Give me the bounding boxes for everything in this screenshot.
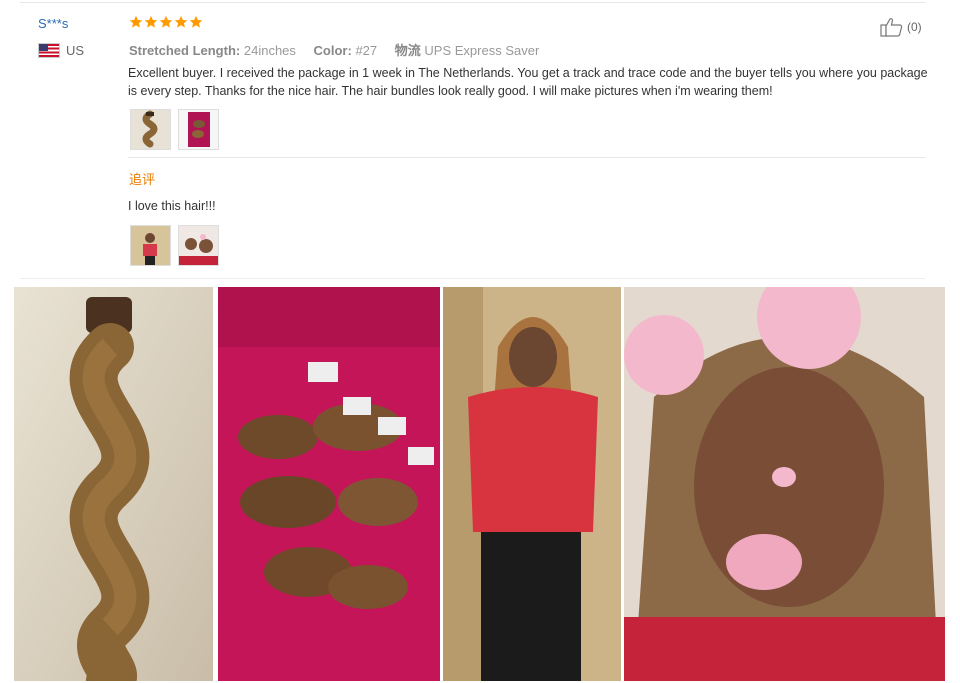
length-label: Stretched Length: [129,43,241,58]
star-icon [189,15,203,28]
review-attributes: Stretched Length: 24inches Color: #27 物流… [129,40,553,59]
review-text: Excellent buyer. I received the package … [128,66,928,98]
reviewer-name[interactable]: S***s [38,16,68,31]
us-flag-icon [38,43,60,58]
followup-thumbnail[interactable] [130,225,171,266]
top-divider [20,2,925,3]
star-icon [144,15,158,28]
helpful-button[interactable]: (0) [880,17,922,37]
star-icon [174,15,188,28]
section-divider [128,157,925,158]
followup-text: I love this hair!!! [128,199,216,213]
star-icon [159,15,173,28]
review-thumbnail[interactable] [130,109,171,150]
reviewer-country: US [38,43,84,58]
shipping-label: 物流 [394,43,421,58]
country-code: US [66,43,85,58]
packaged-bundles-photo[interactable] [218,287,440,681]
wearing-hair-photo[interactable] [443,287,621,681]
followup-label: 追评 [129,172,156,187]
length-value: 24inches [243,43,296,58]
star-icon [129,15,143,28]
review-thumbnail[interactable] [178,109,219,150]
color-label: Color: [313,43,352,58]
shipping-value: UPS Express Saver [424,43,540,58]
followup-thumbnail[interactable] [178,225,219,266]
section-divider [20,278,925,279]
rating-stars [129,15,203,29]
hair-bundle-photo[interactable] [14,287,213,681]
color-value: #27 [355,43,378,58]
selfie-photo[interactable] [624,287,945,681]
helpful-count: (0) [907,20,922,34]
thumbs-up-icon[interactable] [880,17,904,37]
